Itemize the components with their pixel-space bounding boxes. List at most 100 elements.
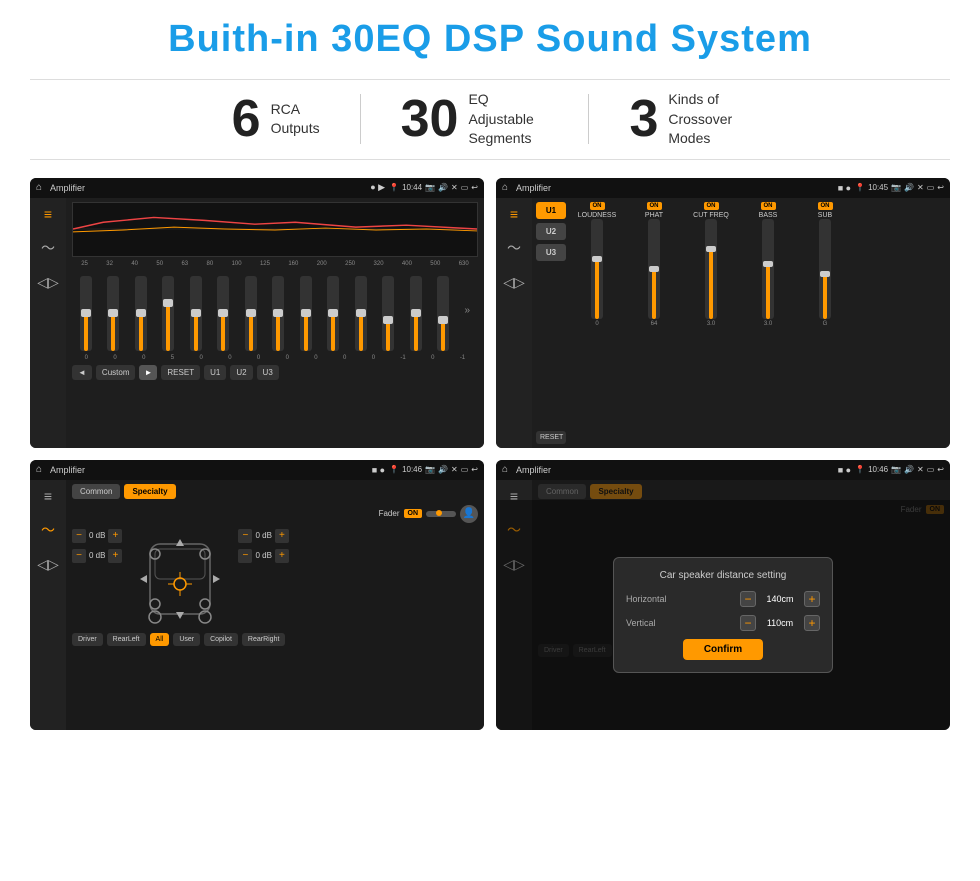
preset-u3[interactable]: U3 [536,244,566,261]
fl-plus[interactable]: + [108,529,122,543]
sub-label: SUB [818,212,832,219]
preset-u1[interactable]: U1 [536,202,566,219]
eq-slider-10[interactable] [355,276,367,351]
eq-slider-13[interactable] [437,276,449,351]
channel-sub: ON SUB G [798,202,852,444]
preset-col: U1 U2 U3 RESET [536,202,566,444]
sub-on[interactable]: ON [818,202,833,210]
fr-minus[interactable]: − [238,529,252,543]
eq-icon-2[interactable]: ≡ [510,206,518,222]
screens-grid: ⌂ Amplifier ● ▶ 📍 10:44 📷 🔊 ✕ ▭ ↩ ≡ 〜 ◁▷ [30,178,950,730]
reset-btn[interactable]: RESET [161,365,200,380]
loudness-slider[interactable] [591,219,603,319]
wave-icon-2[interactable]: 〜 [507,238,521,258]
rr-minus[interactable]: − [238,549,252,563]
fr-value: 0 dB [255,531,271,540]
eq-slider-8[interactable] [300,276,312,351]
confirm-button[interactable]: Confirm [683,639,763,660]
db-control-rr: − 0 dB + [238,549,288,563]
rr-plus[interactable]: + [275,549,289,563]
camera-icon-1: 📷 [425,183,435,192]
camera-icon-2: 📷 [891,183,901,192]
horizontal-plus[interactable]: + [804,591,820,607]
u3-btn[interactable]: U3 [257,365,279,380]
fader-on-toggle[interactable]: ON [404,509,423,518]
bass-slider[interactable] [762,219,774,319]
rl-minus[interactable]: − [72,549,86,563]
status-icons-1: 📍 10:44 📷 🔊 ✕ ▭ ↩ [389,183,478,192]
profile-icon[interactable]: 👤 [460,505,478,523]
reset-crossover[interactable]: RESET [536,431,566,444]
vertical-minus[interactable]: − [740,615,756,631]
btn-user[interactable]: User [173,633,200,646]
screen-crossover: ⌂ Amplifier ■ ● 📍 10:45 📷 🔊 ✕ ▭ ↩ ≡ 〜 ◁▷ [496,178,950,448]
prev-btn[interactable]: ◄ [72,365,92,380]
eq-slider-9[interactable] [327,276,339,351]
more-icon[interactable]: » [465,305,471,316]
back-icon-1[interactable]: ↩ [471,183,478,192]
home-icon-2[interactable]: ⌂ [502,182,508,193]
preset-u2[interactable]: U2 [536,223,566,240]
channel-loudness: ON LOUDNESS 0 [570,202,624,444]
eq-slider-2[interactable] [135,276,147,351]
fader-slider[interactable] [426,511,456,517]
sub-slider[interactable] [819,219,831,319]
rl-value: 0 dB [89,551,105,560]
eq-slider-11[interactable] [382,276,394,351]
fader-tabs: Common Specialty [72,484,478,499]
eq-slider-6[interactable] [245,276,257,351]
btn-driver[interactable]: Driver [72,633,103,646]
play-btn[interactable]: ► [139,365,157,380]
back-icon-4[interactable]: ↩ [937,465,944,474]
bass-on[interactable]: ON [761,202,776,210]
loudness-on[interactable]: ON [590,202,605,210]
wave-icon[interactable]: 〜 [41,238,55,258]
speaker-icon[interactable]: ◁▷ [37,274,59,291]
u1-btn[interactable]: U1 [204,365,226,380]
eq-slider-12[interactable] [410,276,422,351]
home-icon-1[interactable]: ⌂ [36,182,42,193]
eq-icon-3[interactable]: ≡ [44,488,52,504]
speaker-icon-2[interactable]: ◁▷ [503,274,525,291]
phat-on[interactable]: ON [647,202,662,210]
controls-right: − 0 dB + − 0 dB + [238,529,288,563]
dots-4: ■ ● [838,465,851,475]
db-control-fr: − 0 dB + [238,529,288,543]
btn-rearleft[interactable]: RearLeft [107,633,146,646]
eq-icon[interactable]: ≡ [44,206,52,222]
u2-btn[interactable]: U2 [230,365,252,380]
horizontal-minus[interactable]: − [740,591,756,607]
home-icon-4[interactable]: ⌂ [502,464,508,475]
back-icon-3[interactable]: ↩ [471,465,478,474]
eq-slider-0[interactable] [80,276,92,351]
phat-slider[interactable] [648,219,660,319]
batt-icon-4: ▭ [927,465,935,474]
eq-slider-5[interactable] [217,276,229,351]
wave-icon-3[interactable]: 〜 [41,520,55,540]
home-icon-3[interactable]: ⌂ [36,464,42,475]
preset-custom[interactable]: Custom [96,365,136,380]
eq-slider-4[interactable] [190,276,202,351]
time-1: 10:44 [402,183,422,192]
vertical-plus[interactable]: + [804,615,820,631]
eq-slider-3[interactable] [162,276,174,351]
btn-rearright[interactable]: RearRight [242,633,286,646]
tab-common[interactable]: Common [72,484,120,499]
eq-slider-1[interactable] [107,276,119,351]
controls-left: − 0 dB + − 0 dB + [72,529,122,563]
eq-slider-7[interactable] [272,276,284,351]
btn-copilot[interactable]: Copilot [204,633,238,646]
cutfreq-slider[interactable] [705,219,717,319]
wifi-icon-3: ✕ [451,465,458,474]
fr-plus[interactable]: + [275,529,289,543]
statusbar-1: ⌂ Amplifier ● ▶ 📍 10:44 📷 🔊 ✕ ▭ ↩ [30,178,484,198]
btn-all[interactable]: All [150,633,170,646]
back-icon-2[interactable]: ↩ [937,183,944,192]
tab-specialty[interactable]: Specialty [124,484,175,499]
dialog-title: Car speaker distance setting [626,570,820,581]
rl-plus[interactable]: + [108,549,122,563]
cutfreq-on[interactable]: ON [704,202,719,210]
fl-minus[interactable]: − [72,529,86,543]
screen3-content: ≡ 〜 ◁▷ Common Specialty Fader ON [30,480,484,730]
speaker-icon-3[interactable]: ◁▷ [37,556,59,573]
